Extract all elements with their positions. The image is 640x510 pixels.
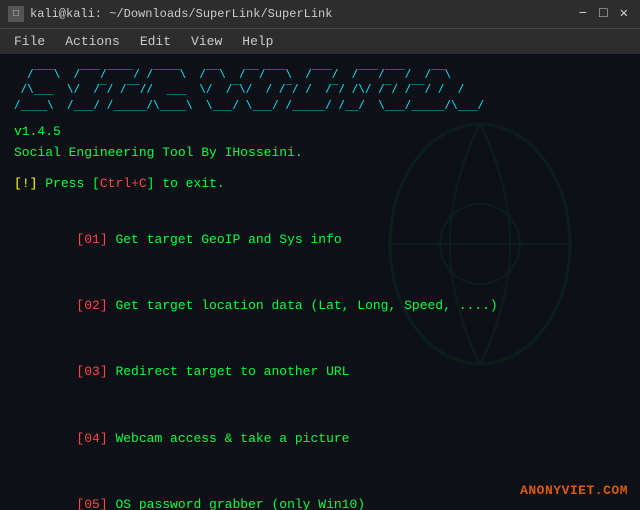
titlebar-title: kali@kali: ~/Downloads/SuperLink/SuperLi…: [30, 7, 332, 21]
watermark: ANONYVIET.COM: [520, 483, 628, 498]
main-window: □ kali@kali: ~/Downloads/SuperLink/Super…: [0, 0, 640, 510]
press-text-end: ] to exit.: [147, 176, 225, 191]
titlebar-controls: − □ ✕: [575, 7, 632, 21]
close-button[interactable]: ✕: [616, 7, 632, 21]
menu-option-1[interactable]: [01] Get target GeoIP and Sys info: [14, 207, 626, 273]
terminal-area: /‾‾‾\ /‾‾‾/‾‾‾‾/ /‾‾‾‾\ /‾‾\ /‾‾/‾‾‾\ /‾…: [0, 54, 640, 510]
option-desc-2: Get target location data (Lat, Long, Spe…: [108, 298, 498, 313]
option-desc-1: Get target GeoIP and Sys info: [108, 232, 342, 247]
minimize-button[interactable]: −: [575, 7, 591, 21]
option-num-5: [05]: [76, 497, 107, 510]
version-number: v1.4.5: [14, 122, 626, 143]
exclamation-mark: !: [22, 176, 30, 191]
menu-option-4[interactable]: [04] Webcam access & take a picture: [14, 406, 626, 472]
option-num-4: [04]: [76, 431, 107, 446]
menu-option-2[interactable]: [02] Get target location data (Lat, Long…: [14, 273, 626, 339]
menu-view[interactable]: View: [181, 32, 232, 51]
menu-options-list: [01] Get target GeoIP and Sys info [02] …: [14, 207, 626, 510]
titlebar-left: □ kali@kali: ~/Downloads/SuperLink/Super…: [8, 6, 332, 22]
menu-file[interactable]: File: [4, 32, 55, 51]
tagline: Social Engineering Tool By IHosseini.: [14, 143, 626, 164]
ascii-logo: /‾‾‾\ /‾‾‾/‾‾‾‾/ /‾‾‾‾\ /‾‾\ /‾‾/‾‾‾\ /‾…: [14, 66, 626, 112]
option-num-3: [03]: [76, 364, 107, 379]
menu-edit[interactable]: Edit: [130, 32, 181, 51]
option-num-2: [02]: [76, 298, 107, 313]
bracket-open: [: [14, 176, 22, 191]
press-ctrlc-line: [!] Press [Ctrl+C] to exit.: [14, 176, 626, 191]
menu-help[interactable]: Help: [232, 32, 283, 51]
version-info: v1.4.5 Social Engineering Tool By IHosse…: [14, 122, 626, 164]
option-desc-5: OS password grabber (only Win10): [108, 497, 365, 510]
option-desc-4: Webcam access & take a picture: [108, 431, 350, 446]
menu-actions[interactable]: Actions: [55, 32, 130, 51]
window-icon: □: [8, 6, 24, 22]
option-desc-3: Redirect target to another URL: [108, 364, 350, 379]
menu-option-3[interactable]: [03] Redirect target to another URL: [14, 339, 626, 405]
option-num-1: [01]: [76, 232, 107, 247]
ascii-art-text: /‾‾‾\ /‾‾‾/‾‾‾‾/ /‾‾‾‾\ /‾‾\ /‾‾/‾‾‾\ /‾…: [14, 66, 626, 112]
menubar: File Actions Edit View Help: [0, 28, 640, 54]
maximize-button[interactable]: □: [595, 7, 611, 21]
press-text: Press [: [37, 176, 99, 191]
ctrl-c-key: Ctrl+C: [100, 176, 147, 191]
titlebar: □ kali@kali: ~/Downloads/SuperLink/Super…: [0, 0, 640, 28]
